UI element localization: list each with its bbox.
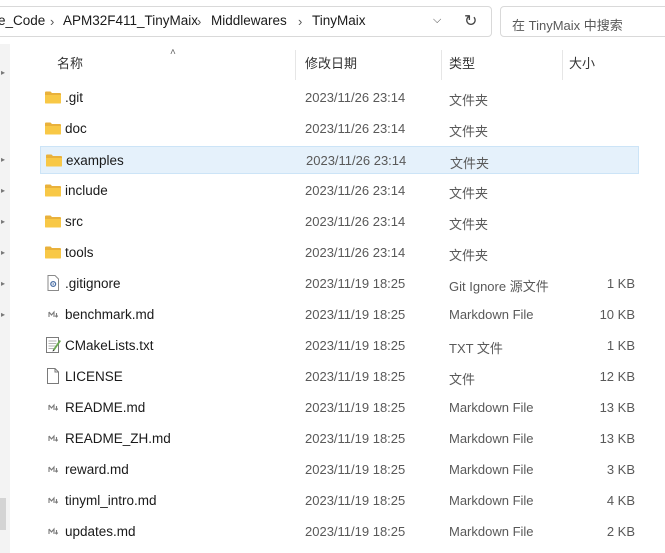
chevron-right-icon[interactable]: ▸	[1, 248, 5, 257]
navigation-pane[interactable]: ▸ ▸ ▸ ▸ ▸ ▸ ▸	[0, 44, 10, 553]
file-name[interactable]: tools	[65, 245, 94, 260]
file-size: 12 KB	[599, 369, 635, 384]
file-date: 2023/11/26 23:14	[305, 121, 406, 136]
chevron-down-icon[interactable]: ⌵	[433, 14, 441, 27]
chevron-right-icon[interactable]: ›	[197, 14, 201, 29]
file-row-include[interactable]: include 2023/11/26 23:14 文件夹	[40, 177, 639, 205]
file-size: 4 KB	[606, 493, 635, 508]
file-name[interactable]: doc	[65, 121, 87, 136]
file-name[interactable]: .git	[65, 90, 83, 105]
file-row-tinyml-intro-md[interactable]: tinyml_intro.md 2023/11/19 18:25 Markdown …	[40, 487, 639, 515]
file-row--gitignore[interactable]: .gitignore 2023/11/19 18:25 Git Ignore 源文件…	[40, 270, 639, 298]
breadcrumb-item-tinymaix[interactable]: TinyMaix	[312, 13, 366, 28]
file-type: 文件夹	[450, 156, 490, 171]
chevron-right-icon[interactable]: ›	[298, 14, 302, 29]
file-date: 2023/11/19 18:25	[305, 462, 406, 477]
breadcrumb-item-apm32f411-tinymaix[interactable]: APM32F411_TinyMaix	[63, 13, 198, 28]
column-divider[interactable]	[562, 50, 563, 80]
file-type: Markdown File	[449, 400, 534, 415]
file-type: Markdown File	[449, 524, 534, 539]
file-name[interactable]: updates.md	[65, 524, 136, 539]
column-header-size[interactable]: 大小	[569, 50, 595, 80]
file-name[interactable]: include	[65, 183, 108, 198]
chevron-right-icon[interactable]: ▸	[1, 279, 5, 288]
file-name[interactable]: src	[65, 214, 83, 229]
file-date: 2023/11/19 18:25	[305, 307, 406, 322]
chevron-right-icon[interactable]: ▸	[1, 217, 5, 226]
chevron-right-icon[interactable]: ▸	[1, 310, 5, 319]
file-date: 2023/11/19 18:25	[305, 338, 406, 353]
chevron-right-icon[interactable]: ›	[50, 14, 54, 29]
file-date: 2023/11/26 23:14	[306, 153, 407, 168]
file-type: 文件夹	[449, 248, 489, 263]
file-date: 2023/11/19 18:25	[305, 400, 406, 415]
file-date: 2023/11/26 23:14	[305, 214, 406, 229]
nav-selected-item[interactable]	[0, 498, 6, 530]
file-type: 文件	[449, 372, 476, 387]
file-name[interactable]: .gitignore	[65, 276, 121, 291]
file-row-license[interactable]: LICENSE 2023/11/19 18:25 文件 12 KB	[40, 363, 639, 391]
column-header-name[interactable]: 名称	[57, 50, 83, 80]
column-header-date[interactable]: 修改日期	[305, 50, 357, 80]
file-type: 文件夹	[449, 186, 489, 201]
file-date: 2023/11/19 18:25	[305, 431, 406, 446]
file-type: 文件夹	[449, 217, 489, 232]
file-name[interactable]: examples	[66, 153, 124, 168]
address-bar: e_Code › APM32F411_TinyMaix › Middleware…	[0, 0, 665, 44]
file-size: 10 KB	[599, 307, 635, 322]
file-size: 13 KB	[599, 431, 635, 446]
search-placeholder: 在 TinyMaix 中搜索	[512, 18, 623, 33]
breadcrumb-item-e-code[interactable]: e_Code	[0, 13, 45, 28]
file-type: TXT 文件	[449, 341, 503, 356]
column-header: ˄ 名称 修改日期 类型 大小	[40, 47, 640, 80]
file-type: Markdown File	[449, 307, 534, 322]
file-row-cmakelists-txt[interactable]: CMakeLists.txt 2023/11/19 18:25 TXT 文件 1 KB	[40, 332, 639, 360]
file-row-src[interactable]: src 2023/11/26 23:14 文件夹	[40, 208, 639, 236]
column-divider[interactable]	[295, 50, 296, 80]
file-row-reward-md[interactable]: reward.md 2023/11/19 18:25 Markdown File 3 …	[40, 456, 639, 484]
file-date: 2023/11/26 23:14	[305, 183, 406, 198]
file-type: Markdown File	[449, 431, 534, 446]
file-type: Markdown File	[449, 462, 534, 477]
file-row-readme-zh-md[interactable]: README_ZH.md 2023/11/19 18:25 Markdown Fil…	[40, 425, 639, 453]
chevron-right-icon[interactable]: ▸	[1, 186, 5, 195]
column-divider[interactable]	[441, 50, 442, 80]
file-size: 1 KB	[606, 276, 635, 291]
file-size: 1 KB	[606, 338, 635, 353]
file-date: 2023/11/26 23:14	[305, 245, 406, 260]
search-input[interactable]: 在 TinyMaix 中搜索	[500, 6, 665, 37]
file-name[interactable]: README.md	[65, 400, 145, 415]
file-name[interactable]: benchmark.md	[65, 307, 154, 322]
file-size: 13 KB	[599, 400, 635, 415]
file-name[interactable]: README_ZH.md	[65, 431, 171, 446]
sort-ascending-icon: ˄	[170, 47, 176, 58]
file-row--git[interactable]: .git 2023/11/26 23:14 文件夹	[40, 84, 639, 112]
chevron-right-icon[interactable]: ▸	[1, 155, 5, 164]
file-date: 2023/11/19 18:25	[305, 493, 406, 508]
file-type: Git Ignore 源文件	[449, 279, 549, 294]
file-size: 3 KB	[606, 462, 635, 477]
file-date: 2023/11/26 23:14	[305, 90, 406, 105]
file-row-doc[interactable]: doc 2023/11/26 23:14 文件夹	[40, 115, 639, 143]
file-name[interactable]: tinyml_intro.md	[65, 493, 157, 508]
chevron-right-icon[interactable]: ▸	[1, 68, 5, 77]
breadcrumb-item-middlewares[interactable]: Middlewares	[211, 13, 287, 28]
file-row-examples[interactable]: examples 2023/11/26 23:14 文件夹	[40, 146, 639, 174]
file-date: 2023/11/19 18:25	[305, 369, 406, 384]
file-date: 2023/11/19 18:25	[305, 276, 406, 291]
file-type: 文件夹	[449, 93, 489, 108]
file-row-benchmark-md[interactable]: benchmark.md 2023/11/19 18:25 Markdown Fil…	[40, 301, 639, 329]
file-row-updates-md[interactable]: updates.md 2023/11/19 18:25 Markdown File 2…	[40, 518, 639, 546]
file-row-readme-md[interactable]: README.md 2023/11/19 18:25 Markdown File 13…	[40, 394, 639, 422]
file-name[interactable]: CMakeLists.txt	[65, 338, 154, 353]
file-name[interactable]: LICENSE	[65, 369, 123, 384]
file-type: 文件夹	[449, 124, 489, 139]
refresh-icon[interactable]: ↻	[464, 11, 477, 31]
file-name[interactable]: reward.md	[65, 462, 129, 477]
file-row-tools[interactable]: tools 2023/11/26 23:14 文件夹	[40, 239, 639, 267]
file-type: Markdown File	[449, 493, 534, 508]
file-date: 2023/11/19 18:25	[305, 524, 406, 539]
file-size: 2 KB	[606, 524, 635, 539]
column-header-type[interactable]: 类型	[449, 50, 475, 80]
